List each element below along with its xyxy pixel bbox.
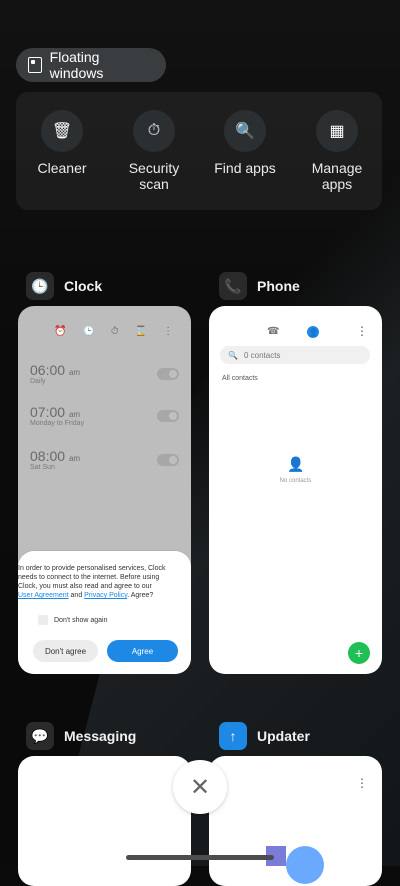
- alarm-repeat: Daily: [30, 378, 46, 385]
- consent-and: and: [68, 592, 85, 599]
- alarm-toggle[interactable]: [157, 410, 179, 422]
- contacts-filter[interactable]: All contacts: [222, 375, 258, 382]
- alarm-toggle[interactable]: [157, 454, 179, 466]
- contacts-count: 0 contacts: [243, 350, 281, 360]
- updater-title: Updater: [257, 728, 310, 744]
- clock-toolbar: ⏰ 🕒 ⏱ ⌛ ⋮: [54, 326, 173, 337]
- action-cleaner-label: Cleaner: [37, 160, 87, 176]
- action-cleaner[interactable]: 🗑 Cleaner: [22, 110, 102, 176]
- clock-title: Clock: [64, 278, 103, 294]
- app-title-updater[interactable]: ↑ Updater: [219, 722, 310, 750]
- world-clock-tab-icon[interactable]: 🕒: [82, 326, 94, 337]
- contacts-search[interactable]: 🔍 0 contacts: [220, 346, 370, 364]
- alarm-item[interactable]: 07:00 am Monday to Friday: [30, 404, 179, 427]
- updater-shape-circle: [286, 846, 324, 884]
- alarm-ampm: am: [68, 454, 81, 463]
- alarm-ampm: am: [68, 368, 81, 377]
- floating-windows-label: Floating windows: [49, 49, 104, 81]
- messaging-app-icon: 💬: [26, 722, 54, 750]
- updater-more-icon[interactable]: ⋮: [356, 776, 368, 790]
- recents-tab-icon[interactable]: ☎: [267, 326, 279, 338]
- no-contacts-text: No contacts: [279, 478, 312, 484]
- action-find-apps[interactable]: 🔍 Find apps: [205, 110, 285, 176]
- checkbox-label: Don't show again: [54, 616, 108, 624]
- agree-button[interactable]: Agree: [107, 640, 178, 662]
- search-a-icon: 🔍: [224, 110, 266, 152]
- person-icon: 👤: [287, 456, 305, 472]
- action-security-scan[interactable]: ⏱ Security scan: [114, 110, 194, 192]
- consent-text-part2: . Agree?: [127, 592, 154, 599]
- timer-tab-icon[interactable]: ⌛: [135, 326, 147, 337]
- action-find-apps-label: Find apps: [214, 160, 276, 176]
- grid-icon: ▦: [316, 110, 358, 152]
- phone-app-icon: 📞: [219, 272, 247, 300]
- alarm-ampm: am: [68, 410, 81, 419]
- alarm-toggle[interactable]: [157, 368, 179, 380]
- alarm-item[interactable]: 06:00 am Daily: [30, 362, 179, 385]
- privacy-policy-link[interactable]: Privacy Policy: [84, 592, 127, 599]
- stopwatch-tab-icon[interactable]: ⏱: [111, 326, 119, 337]
- close-all-button[interactable]: ✕: [173, 760, 227, 814]
- alarm-tab-icon[interactable]: ⏰: [54, 326, 66, 337]
- close-icon: ✕: [189, 773, 211, 801]
- phone-title: Phone: [257, 278, 300, 294]
- dont-show-again[interactable]: Don't show again: [38, 615, 107, 625]
- add-contact-button[interactable]: +: [348, 642, 370, 664]
- app-title-messaging[interactable]: 💬 Messaging: [26, 722, 136, 750]
- phone-card[interactable]: ☎ 👤 ⋮ 🔍 0 contacts All contacts 👤 No con…: [209, 306, 382, 674]
- alarm-repeat: Sat Sun: [30, 464, 55, 471]
- alarm-item[interactable]: 08:00 am Sat Sun: [30, 448, 179, 471]
- phone-toolbar: ☎ 👤: [267, 326, 320, 338]
- more-menu-icon[interactable]: ⋮: [356, 324, 368, 338]
- app-title-clock[interactable]: 🕒 Clock: [26, 272, 102, 300]
- checkbox[interactable]: [38, 615, 48, 625]
- consent-text-part1: In order to provide personalised service…: [18, 565, 166, 590]
- action-manage-apps-label: Manage apps: [311, 160, 363, 192]
- shield-scan-icon: ⏱: [133, 110, 175, 152]
- dont-agree-button[interactable]: Don't agree: [33, 640, 98, 662]
- alarm-time-text: 06:00: [30, 362, 66, 378]
- updater-app-icon: ↑: [219, 722, 247, 750]
- search-icon: 🔍: [228, 350, 238, 360]
- action-manage-apps[interactable]: ▦ Manage apps: [297, 110, 377, 192]
- messaging-title: Messaging: [64, 728, 137, 744]
- user-agreement-link[interactable]: User Agreement: [18, 592, 69, 599]
- action-security-label: Security scan: [128, 160, 180, 192]
- clock-app-icon: 🕒: [26, 272, 54, 300]
- floating-windows-pill[interactable]: Floating windows: [16, 48, 166, 82]
- home-indicator[interactable]: [126, 855, 274, 860]
- floating-window-icon: [28, 57, 42, 73]
- alarm-time-text: 08:00: [30, 448, 66, 464]
- more-menu-icon[interactable]: ⋮: [163, 326, 173, 337]
- alarm-time-text: 07:00: [30, 404, 66, 420]
- app-title-phone[interactable]: 📞 Phone: [219, 272, 300, 300]
- contacts-tab-icon[interactable]: 👤: [307, 326, 320, 338]
- trash-icon: 🗑: [41, 110, 83, 152]
- consent-text: In order to provide personalised service…: [18, 564, 168, 600]
- alarm-repeat: Monday to Friday: [30, 420, 85, 427]
- messaging-card[interactable]: [18, 756, 191, 886]
